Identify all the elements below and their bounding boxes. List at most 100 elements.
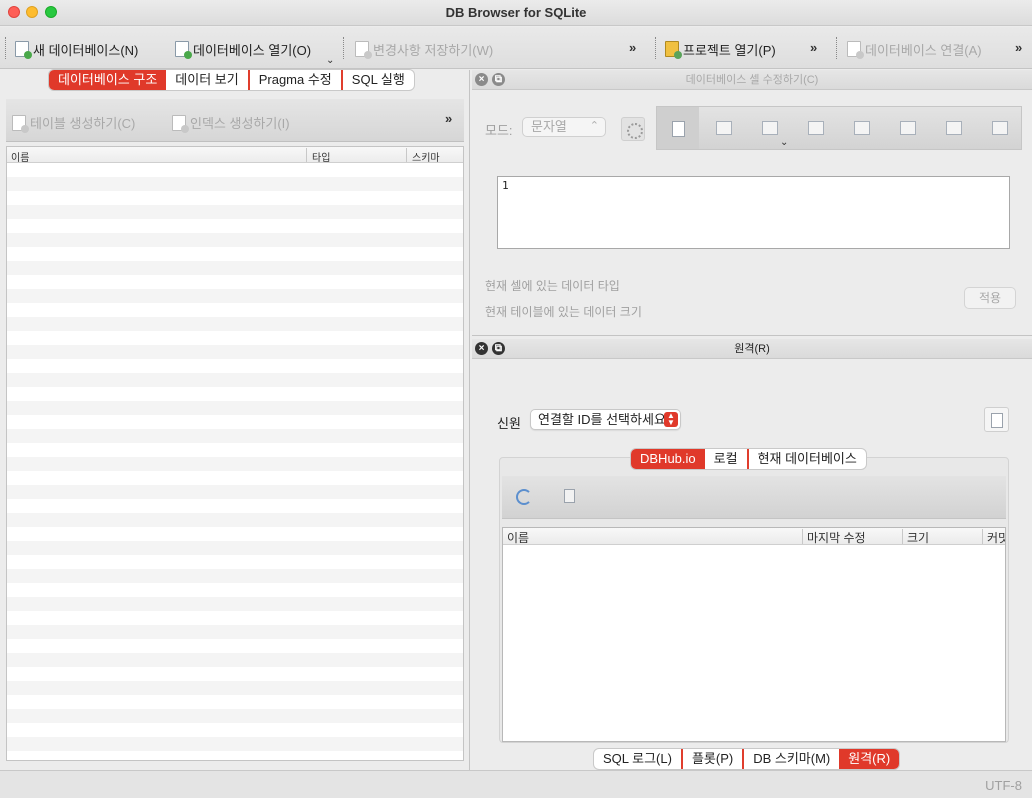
attach-database-icon xyxy=(847,41,864,59)
open-project-icon xyxy=(665,41,682,59)
edit-cell-dock: × ⧉ 데이터베이스 셀 수정하기(C) 모드: 문자열 ⌄ 1 현재 셀에 있… xyxy=(472,70,1032,336)
column-divider[interactable] xyxy=(802,529,803,544)
close-dock-icon[interactable]: × xyxy=(475,73,488,86)
schema-tree-header: 이름 타입 스키마 xyxy=(7,147,463,164)
schema-tree-rows xyxy=(7,163,463,760)
refresh-icon[interactable] xyxy=(516,489,532,505)
remote-dock-title: 원격(R) xyxy=(734,343,770,355)
tab-plot[interactable]: 플롯(P) xyxy=(680,749,742,769)
encoding-indicator: UTF-8 xyxy=(985,778,1022,793)
tab-dbhub[interactable]: DBHub.io xyxy=(631,449,705,469)
create-index-icon xyxy=(172,114,189,133)
structure-toolbar-overflow-icon[interactable]: » xyxy=(445,111,452,126)
status-bar: UTF-8 xyxy=(0,770,1032,798)
write-changes-button[interactable]: 변경사항 저장하기(W) xyxy=(355,39,493,59)
schema-tree[interactable]: 이름 타입 스키마 xyxy=(6,146,464,761)
tab-database-structure[interactable]: 데이터베이스 구조 xyxy=(49,70,167,90)
tab-current-database[interactable]: 현재 데이터베이스 xyxy=(746,449,866,469)
tab-browse-data[interactable]: 데이터 보기 xyxy=(166,70,247,90)
new-database-button[interactable]: 새 데이터베이스(N) xyxy=(15,39,138,59)
clear-cell-button[interactable] xyxy=(946,121,962,135)
cell-editor[interactable]: 1 xyxy=(497,176,1010,249)
edit-cell-dock-title: 데이터베이스 셀 수정하기(C) xyxy=(685,74,819,86)
auto-format-button[interactable] xyxy=(716,121,732,135)
open-project-button[interactable]: 프로젝트 열기(P) xyxy=(665,39,776,59)
remote-table-header: 이름 마지막 수정 크기 커밋 xyxy=(503,528,1005,545)
column-divider[interactable] xyxy=(406,148,407,162)
close-dock-icon[interactable]: × xyxy=(475,342,488,355)
remote-tab-bar: DBHub.io 로컬 현재 데이터베이스 xyxy=(631,449,866,469)
new-database-icon xyxy=(15,41,32,59)
open-database-label: 데이터베이스 열기(O) xyxy=(193,42,312,58)
tab-edit-pragmas[interactable]: Pragma 수정 xyxy=(247,70,341,90)
open-in-app-button[interactable] xyxy=(900,121,916,135)
column-header-type[interactable]: 타입 xyxy=(312,149,330,164)
column-divider[interactable] xyxy=(306,148,307,162)
set-null-button[interactable] xyxy=(854,121,870,135)
auto-switch-mode-button[interactable] xyxy=(621,117,645,141)
remote-toolbar xyxy=(502,476,1006,519)
identity-select-value: 연결할 ID를 선택하세요 xyxy=(538,412,666,427)
open-database-button[interactable]: 데이터베이스 열기(O) xyxy=(175,39,311,59)
tab-db-schema[interactable]: DB 스키마(M) xyxy=(742,749,839,769)
toolbar-overflow-icon[interactable]: » xyxy=(1015,40,1022,55)
print-button[interactable] xyxy=(992,121,1008,135)
create-table-label: 테이블 생성하기(C) xyxy=(30,116,136,131)
open-database-icon xyxy=(175,41,192,59)
toolbar-overflow-icon[interactable]: » xyxy=(629,40,636,55)
remote-tab-widget: DBHub.io 로컬 현재 데이터베이스 이름 마지막 수정 크기 커밋 xyxy=(499,449,1009,743)
import-dropdown-icon[interactable]: ⌄ xyxy=(780,137,788,148)
identity-label: 신원 xyxy=(497,416,521,431)
mode-label: 모드: xyxy=(485,123,513,138)
identity-select[interactable]: 연결할 ID를 선택하세요 ▲ ▼ xyxy=(530,409,681,430)
apply-button[interactable]: 적용 xyxy=(964,287,1016,309)
new-database-label: 새 데이터베이스(N) xyxy=(33,42,139,58)
import-file-button[interactable] xyxy=(762,121,778,135)
column-header-name[interactable]: 이름 xyxy=(11,149,29,164)
column-header-size[interactable]: 크기 xyxy=(907,529,929,546)
remote-content: 신원 연결할 ID를 선택하세요 ▲ ▼ DBHub.io 로컬 현재 데이터베이… xyxy=(472,360,1032,750)
tab-execute-sql[interactable]: SQL 실행 xyxy=(340,70,414,90)
float-dock-icon[interactable]: ⧉ xyxy=(492,73,505,86)
create-table-icon xyxy=(12,114,29,133)
word-wrap-button[interactable] xyxy=(657,107,699,149)
remote-file-table[interactable]: 이름 마지막 수정 크기 커밋 xyxy=(502,527,1006,742)
column-divider[interactable] xyxy=(902,529,903,544)
cell-editor-toolbar: ⌄ xyxy=(656,106,1022,150)
remote-dock: × ⧉ 원격(R) 신원 연결할 ID를 선택하세요 ▲ ▼ DBHub.io 로… xyxy=(472,339,1032,750)
column-header-last-modified[interactable]: 마지막 수정 xyxy=(807,529,866,546)
clone-database-icon[interactable] xyxy=(564,489,575,503)
structure-toolbar: 테이블 생성하기(C) 인덱스 생성하기(I) » xyxy=(6,99,464,142)
tab-local[interactable]: 로컬 xyxy=(705,449,747,469)
toolbar-grip[interactable] xyxy=(836,37,839,59)
open-database-dropdown-icon[interactable]: ⌄ xyxy=(326,55,334,66)
window-title: DB Browser for SQLite xyxy=(445,5,587,20)
main-tab-bar: 데이터베이스 구조 데이터 보기 Pragma 수정 SQL 실행 xyxy=(49,70,414,90)
column-divider[interactable] xyxy=(982,529,983,544)
write-changes-label: 변경사항 저장하기(W) xyxy=(373,42,494,58)
column-header-name[interactable]: 이름 xyxy=(507,529,529,546)
edit-cell-dock-title-bar: × ⧉ 데이터베이스 셀 수정하기(C) xyxy=(472,70,1032,90)
export-file-button[interactable] xyxy=(808,121,824,135)
mode-select[interactable]: 문자열 xyxy=(522,117,606,137)
toolbar-overflow-icon[interactable]: » xyxy=(810,40,817,55)
select-arrows-icon: ▲ ▼ xyxy=(664,412,678,427)
toolbar-grip[interactable] xyxy=(5,37,8,59)
toolbar-grip[interactable] xyxy=(343,37,346,59)
column-header-schema[interactable]: 스키마 xyxy=(412,149,440,164)
cell-size-info: 현재 테이블에 있는 데이터 크기 xyxy=(485,305,642,319)
push-database-button[interactable] xyxy=(984,407,1009,432)
attach-database-button[interactable]: 데이터베이스 연결(A) xyxy=(847,39,982,59)
create-table-button[interactable]: 테이블 생성하기(C) xyxy=(12,113,136,133)
title-bar: DB Browser for SQLite xyxy=(0,0,1032,26)
dock-tab-bar: SQL 로그(L) 플롯(P) DB 스키마(M) 원격(R) xyxy=(594,749,900,769)
create-index-button[interactable]: 인덱스 생성하기(I) xyxy=(172,113,290,133)
create-index-label: 인덱스 생성하기(I) xyxy=(190,116,290,131)
cell-type-info: 현재 셀에 있는 데이터 타입 xyxy=(485,279,620,293)
attach-database-label: 데이터베이스 연결(A) xyxy=(865,42,982,58)
column-header-commit[interactable]: 커밋 xyxy=(987,529,1005,546)
float-dock-icon[interactable]: ⧉ xyxy=(492,342,505,355)
tab-sql-log[interactable]: SQL 로그(L) xyxy=(594,749,681,769)
tab-remote[interactable]: 원격(R) xyxy=(839,749,900,769)
toolbar-grip[interactable] xyxy=(655,37,658,59)
